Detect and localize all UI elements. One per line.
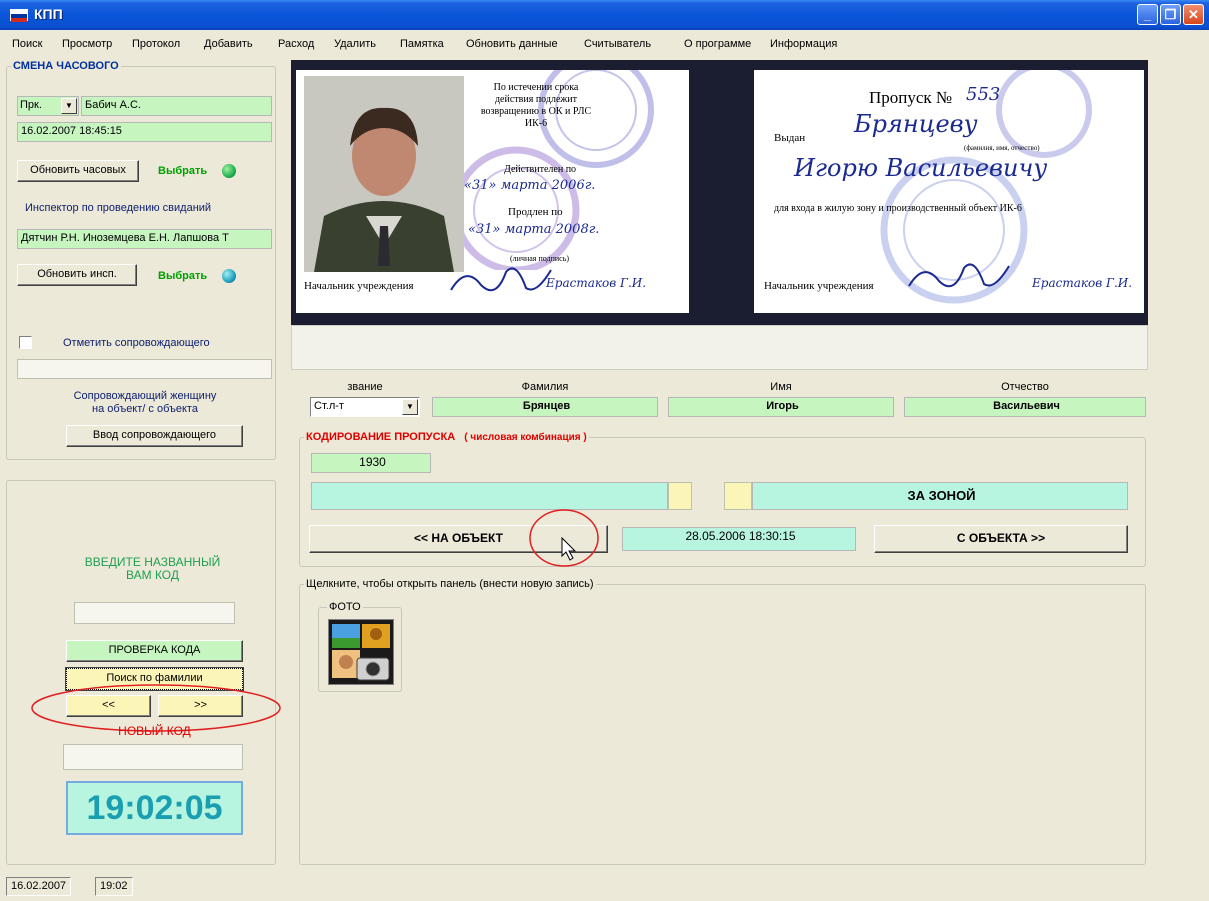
- movement-timestamp: 28.05.2006 18:30:15: [622, 527, 856, 551]
- patronymic-label: Отчество: [1001, 381, 1049, 393]
- chevron-down-icon[interactable]: ▼: [61, 98, 77, 114]
- menu-search[interactable]: Поиск: [12, 38, 42, 50]
- person-photo: [304, 76, 464, 272]
- code-input[interactable]: [74, 602, 235, 624]
- guard-status-led-icon: [222, 164, 236, 178]
- clock-display: 19:02:05: [66, 781, 243, 835]
- surname-label: Фамилия: [521, 381, 569, 393]
- menu-reader[interactable]: Считыватель: [584, 38, 651, 50]
- coding-legend-hint: ( числовая комбинация ): [464, 432, 587, 443]
- zone-status-field: ЗА ЗОНОЙ: [752, 482, 1128, 510]
- guard-shift-legend: СМЕНА ЧАСОВОГО: [13, 60, 119, 72]
- card-valid-date: «31» марта 2006г.: [464, 178, 596, 193]
- exit-indicator: [724, 482, 752, 510]
- card-extended-label: Продлен по: [508, 206, 563, 218]
- menu-bar: Поиск Просмотр Протокол Добавить Расход …: [0, 30, 1209, 56]
- entry-status-bar: [311, 482, 668, 510]
- pass-coding-legend: КОДИРОВАНИЕ ПРОПУСКА ( числовая комбинац…: [304, 431, 589, 443]
- name-label: Имя: [770, 381, 792, 393]
- escort-input-button[interactable]: Ввод сопровождающего: [66, 425, 243, 447]
- rank-value: Прк.: [20, 99, 42, 111]
- check-code-button[interactable]: ПРОВЕРКА КОДА: [66, 640, 243, 662]
- card-right-chief-name: Ерастаков Г.И.: [1032, 276, 1133, 290]
- title-bar: КПП _ ❐ ✕: [0, 0, 1209, 30]
- refresh-inspectors-button[interactable]: Обновить инсп.: [17, 264, 137, 286]
- menu-protocol[interactable]: Протокол: [132, 38, 180, 50]
- holder-surname-handwritten: Брянцеву: [854, 110, 978, 138]
- patronymic-field[interactable]: Васильевич: [904, 397, 1146, 417]
- menu-about[interactable]: О программе: [684, 38, 751, 50]
- rank-select[interactable]: Прк. ▼: [17, 96, 79, 116]
- menu-expense[interactable]: Расход: [278, 38, 314, 50]
- person-rank-value: Ст.л-т: [314, 400, 344, 412]
- guard-datetime-field[interactable]: 16.02.2007 18:45:15: [17, 122, 272, 142]
- photo-gallery-icon[interactable]: [328, 619, 394, 685]
- cursor-highlight-icon: [529, 509, 599, 567]
- menu-add[interactable]: Добавить: [204, 38, 253, 50]
- card-extended-date: «31» марта 2008г.: [468, 222, 600, 237]
- pass-scan-margin: [291, 325, 1148, 370]
- pass-card-right: Пропуск № 553 Выдан Брянцеву (фамилия, и…: [754, 70, 1144, 313]
- card-chief-name: Ерастаков Г.И.: [546, 276, 647, 290]
- guard-name-field[interactable]: Бабич А.С.: [81, 96, 272, 116]
- card-return-note: По истечении срока действия подлежит воз…: [480, 82, 592, 129]
- records-legend: Щелкните, чтобы открыть панель (внести н…: [306, 578, 594, 590]
- rank-label: звание: [347, 381, 383, 393]
- menu-delete[interactable]: Удалить: [334, 38, 376, 50]
- window-title: КПП: [34, 6, 63, 22]
- inspectors-field[interactable]: Дятчин Р.Н. Иноземцева Е.Н. Лапшова Т: [17, 229, 272, 249]
- pass-number: 553: [966, 84, 1001, 105]
- coding-legend-text: КОДИРОВАНИЕ ПРОПУСКА: [306, 431, 456, 443]
- person-portrait-icon: [304, 76, 464, 272]
- menu-view[interactable]: Просмотр: [62, 38, 112, 50]
- leave-object-button[interactable]: С ОБЪЕКТА >>: [874, 525, 1128, 553]
- code-prompt: ВВЕДИТЕ НАЗВАННЫЙ ВАМ КОД: [84, 555, 221, 582]
- inspector-status-led-icon: [222, 269, 236, 283]
- signature-right-icon: [908, 263, 1010, 288]
- menu-memo[interactable]: Памятка: [400, 38, 444, 50]
- inspector-label: Инспектор по проведению свиданий: [25, 202, 212, 214]
- person-rank-select[interactable]: Ст.л-т ▼: [310, 397, 420, 417]
- pass-number-label: Пропуск №: [869, 88, 953, 107]
- escort-field[interactable]: [17, 359, 272, 379]
- select-guard-link[interactable]: Выбрать: [158, 165, 207, 177]
- menu-refresh-data[interactable]: Обновить данные: [466, 38, 558, 50]
- minimize-button[interactable]: _: [1137, 4, 1158, 25]
- pass-code-field[interactable]: 1930: [311, 453, 431, 473]
- purpose-text: для входа в жилую зону и производственны…: [774, 203, 1022, 214]
- new-code-field[interactable]: [63, 744, 243, 770]
- entry-indicator: [668, 482, 692, 510]
- chevron-down-icon[interactable]: ▼: [402, 399, 418, 415]
- photo-legend: ФОТО: [329, 601, 361, 613]
- select-inspector-link[interactable]: Выбрать: [158, 270, 207, 282]
- fio-note: (фамилия, имя, отчество): [964, 144, 1040, 152]
- maximize-button[interactable]: ❐: [1160, 4, 1181, 25]
- holder-name-handwritten: Игорю Васильевичу: [794, 154, 1048, 182]
- close-button[interactable]: ✕: [1183, 4, 1204, 25]
- pass-card-left: По истечении срока действия подлежит воз…: [296, 70, 689, 313]
- records-group: Щелкните, чтобы открыть панель (внести н…: [299, 578, 1146, 865]
- escort-check-label: Отметить сопровождающего: [63, 337, 210, 349]
- escort-checkbox[interactable]: [19, 336, 32, 349]
- status-date: 16.02.2007: [6, 877, 72, 896]
- card-chief-label: Начальник учреждения: [304, 280, 414, 292]
- refresh-guards-button[interactable]: Обновить часовых: [17, 160, 139, 182]
- signature-icon: [450, 267, 552, 292]
- menu-info[interactable]: Информация: [770, 38, 837, 50]
- escort-description: Сопровождающий женщину на объект/ с объе…: [73, 390, 217, 415]
- new-code-label: НОВЫЙ КОД: [118, 724, 191, 738]
- card-right-chief-label: Начальник учреждения: [764, 280, 874, 292]
- issued-label: Выдан: [774, 132, 806, 144]
- name-field[interactable]: Игорь: [668, 397, 894, 417]
- surname-field[interactable]: Брянцев: [432, 397, 658, 417]
- card-valid-until-label: Действителен по: [504, 164, 577, 175]
- app-flag-icon: [10, 9, 28, 22]
- status-time: 19:02: [95, 877, 133, 896]
